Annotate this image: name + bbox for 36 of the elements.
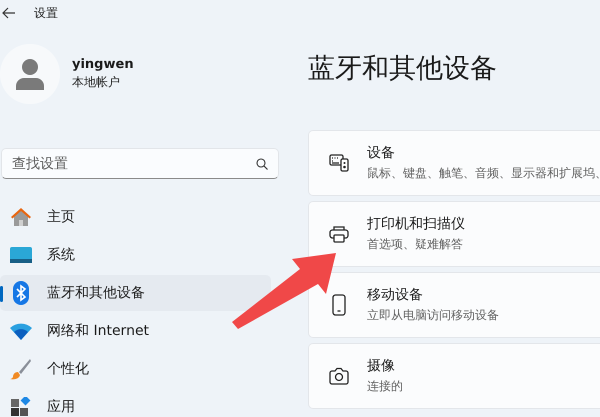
brush-icon: [10, 358, 32, 380]
back-icon[interactable]: [2, 7, 16, 19]
monitor-icon: [10, 247, 32, 263]
nav-item[interactable]: 网络和 Internet: [0, 313, 271, 349]
keyboard-speaker-icon: [329, 154, 349, 172]
settings-card[interactable]: 设备 鼠标、键盘、触笔、音频、显示器和扩展坞、: [308, 130, 600, 196]
card-title: 摄像: [367, 357, 396, 375]
nav-item[interactable]: 个性化: [0, 351, 271, 387]
card-title: 移动设备: [367, 286, 424, 304]
account-type: 本地帐户: [72, 74, 121, 91]
settings-card[interactable]: 摄像 连接的: [308, 343, 600, 409]
card-description: 首选项、疑难解答: [367, 236, 464, 253]
page-title: 蓝牙和其他设备: [308, 52, 498, 86]
phone-icon: [332, 294, 346, 316]
search-icon: [256, 158, 268, 170]
card-description: 立即从电脑访问移动设备: [367, 307, 499, 324]
card-title: 打印机和扫描仪: [367, 215, 465, 233]
nav-item[interactable]: 蓝牙和其他设备: [0, 275, 271, 311]
user-name: yingwen: [72, 57, 134, 72]
nav-item[interactable]: 主页: [0, 199, 271, 235]
card-description: 鼠标、键盘、触笔、音频、显示器和扩展坞、: [367, 165, 600, 182]
wifi-icon: [10, 322, 32, 340]
settings-card[interactable]: 移动设备 立即从电脑访问移动设备: [308, 272, 600, 338]
settings-card[interactable]: 打印机和扫描仪 首选项、疑难解答: [308, 201, 600, 267]
home-icon: [10, 206, 32, 228]
nav-item[interactable]: 应用: [0, 389, 271, 417]
apps-icon: [11, 397, 31, 417]
search-field[interactable]: 查找设置: [1, 148, 279, 179]
card-description: 连接的: [367, 378, 403, 395]
printer-icon: [329, 225, 349, 243]
card-title: 设备: [367, 144, 396, 162]
nav-item[interactable]: 系统: [0, 237, 271, 273]
bluetooth-icon: [13, 281, 29, 305]
window-title: 设置: [34, 4, 58, 22]
selection-indicator: [0, 286, 3, 302]
camera-icon: [329, 367, 349, 385]
